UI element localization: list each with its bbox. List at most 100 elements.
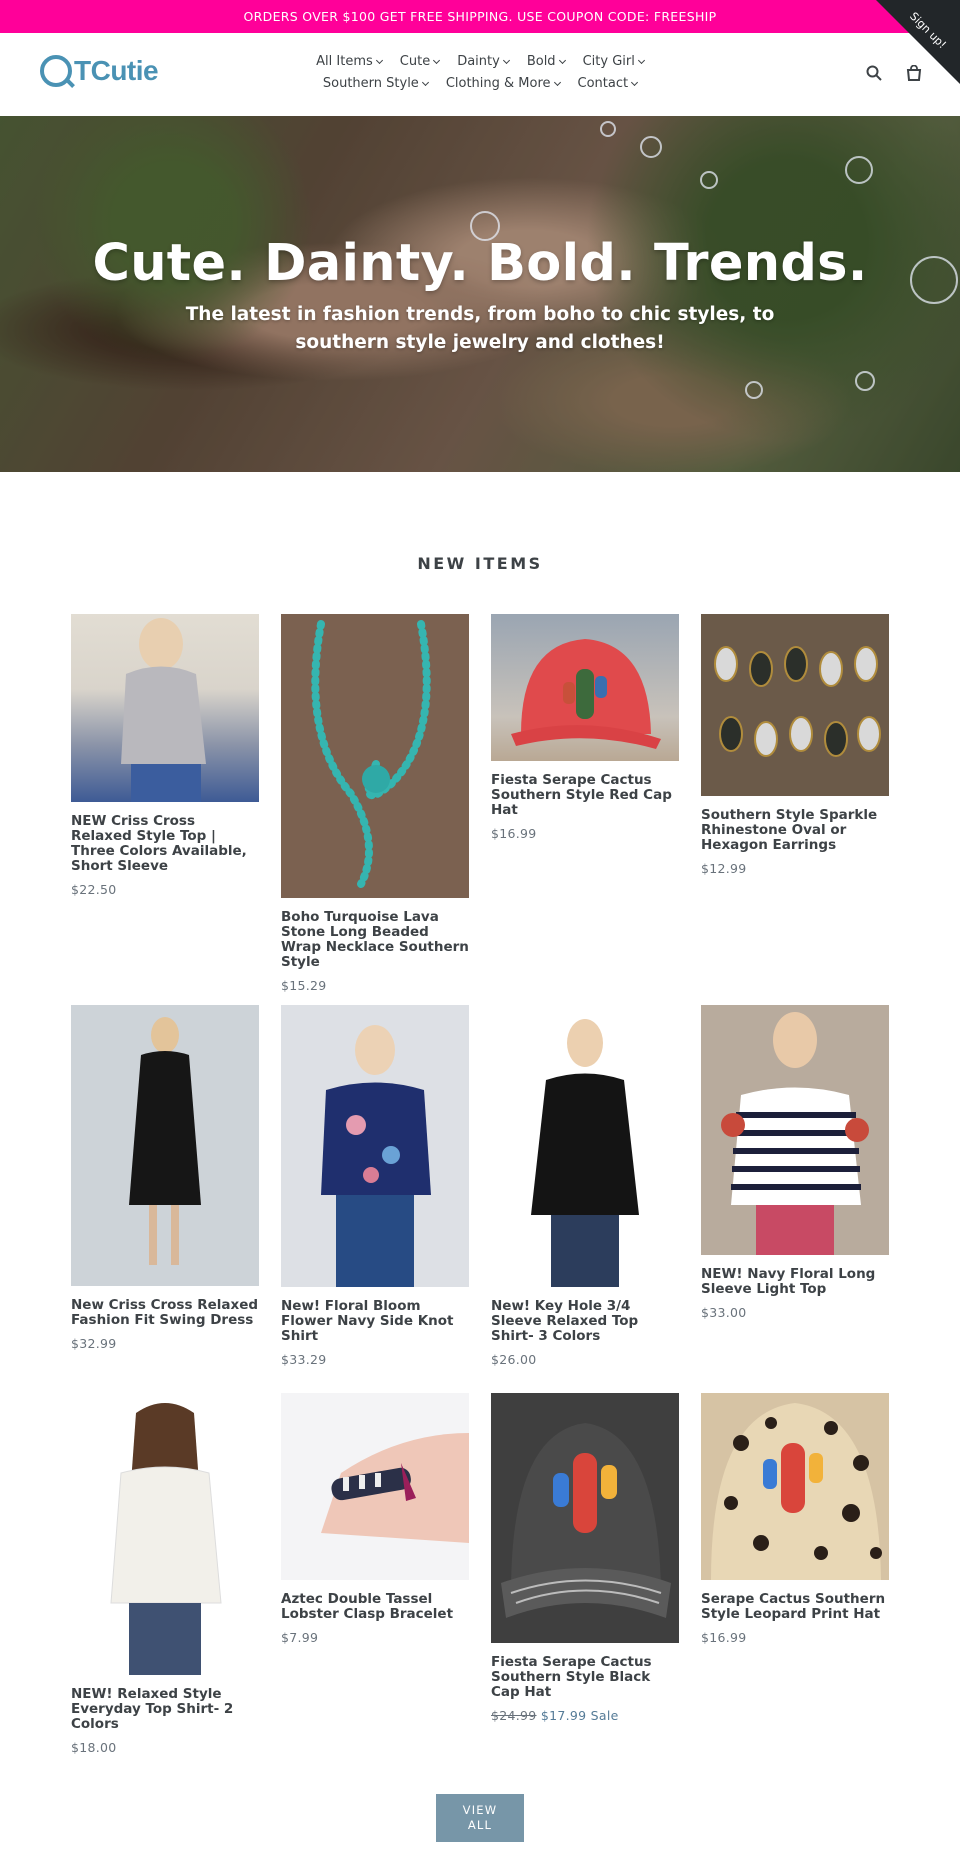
view-all-label-1: VIEW [462,1803,498,1817]
hero-subtitle: The latest in fashion trends, from boho … [0,301,960,357]
product-price: $24.99 $17.99 Sale [491,1708,679,1723]
bubble-decoration [745,381,763,399]
product-card[interactable]: Southern Style Sparkle Rhinestone Oval o… [701,614,889,876]
site-logo[interactable]: TCutie [40,55,159,87]
hero-title: Cute. Dainty. Bold. Trends. [92,234,868,293]
nav-item-contact[interactable]: Contact [577,73,639,95]
product-title[interactable]: Fiesta Serape Cactus Southern Style Blac… [491,1655,679,1700]
announcement-text: ORDERS OVER $100 GET FREE SHIPPING. USE … [243,9,717,24]
product-title[interactable]: New Criss Cross Relaxed Fashion Fit Swin… [71,1298,259,1328]
product-image[interactable] [701,1005,889,1255]
view-all-button[interactable]: VIEW ALL [436,1794,524,1842]
product-image[interactable] [281,1393,469,1580]
nav-label: City Girl [582,54,635,69]
product-card[interactable]: New! Key Hole 3/4 Sleeve Relaxed Top Shi… [491,1005,679,1367]
chevron-down-icon [421,78,429,87]
nav-item-cute[interactable]: Cute [399,51,441,73]
product-title[interactable]: Aztec Double Tassel Lobster Clasp Bracel… [281,1592,469,1622]
product-image[interactable] [281,614,469,898]
nav-item-southern-style[interactable]: Southern Style [322,73,429,95]
product-price: $33.29 [281,1352,327,1367]
nav-item-clothing-more[interactable]: Clothing & More [445,73,561,95]
product-card[interactable]: New! Floral Bloom Flower Navy Side Knot … [281,1005,469,1367]
view-all-label-2: ALL [467,1818,493,1832]
nav-label: Southern Style [322,76,419,91]
hero-subtitle-line-1: The latest in fashion trends, from boho … [185,304,775,325]
chevron-down-icon [502,56,510,65]
nav-label: All Items [316,54,373,69]
nav-label: Contact [577,76,629,91]
logo-q-mark [40,55,72,87]
product-price: $22.50 [71,882,117,897]
product-card[interactable]: Fiesta Serape Cactus Southern Style Red … [491,614,679,841]
price-sale: $17.99 [540,1708,587,1723]
product-price: $32.99 [71,1336,117,1351]
product-price: $15.29 [281,978,327,993]
section-title-new-items: NEW ITEMS [417,554,543,573]
nav-label: Bold [526,54,556,69]
product-price: $18.00 [71,1740,117,1755]
nav-item-dainty[interactable]: Dainty [457,51,510,73]
product-price: $16.99 [701,1630,747,1645]
product-title[interactable]: Fiesta Serape Cactus Southern Style Red … [491,773,679,818]
nav-label: Dainty [457,54,500,69]
chevron-down-icon [433,56,441,65]
product-title[interactable]: Southern Style Sparkle Rhinestone Oval o… [701,808,889,853]
product-card[interactable]: NEW Criss Cross Relaxed Style Top | Thre… [71,614,259,897]
product-card[interactable]: NEW! Relaxed Style Everyday Top Shirt- 2… [71,1393,259,1755]
product-image[interactable] [281,1005,469,1287]
product-card[interactable]: NEW! Navy Floral Long Sleeve Light Top $… [701,1005,889,1320]
product-image[interactable] [71,1005,259,1286]
nav-item-bold[interactable]: Bold [526,51,566,73]
sale-label: Sale [590,1708,619,1723]
product-title[interactable]: New! Floral Bloom Flower Navy Side Knot … [281,1299,469,1344]
product-card[interactable]: Boho Turquoise Lava Stone Long Beaded Wr… [281,614,469,993]
main-nav: All Items Cute Dainty Bold City Girl Sou… [300,51,660,95]
bubble-decoration [845,156,873,184]
bubble-decoration [640,136,662,158]
product-image[interactable] [491,1393,679,1643]
chevron-down-icon [631,78,639,87]
product-title[interactable]: Serape Cactus Southern Style Leopard Pri… [701,1592,889,1622]
nav-item-city-girl[interactable]: City Girl [582,51,645,73]
product-price: $12.99 [701,861,747,876]
product-card[interactable]: Fiesta Serape Cactus Southern Style Blac… [491,1393,679,1723]
hero-content: Cute. Dainty. Bold. Trends. The latest i… [0,234,960,357]
bubble-decoration [855,371,875,391]
product-price: $26.00 [491,1352,537,1367]
site-header: TCutie All Items Cute Dainty Bold City G… [0,33,960,116]
product-title[interactable]: NEW Criss Cross Relaxed Style Top | Thre… [71,814,259,874]
chevron-down-icon [375,56,383,65]
hero-subtitle-line-2: southern style jewelry and clothes! [295,332,665,353]
product-card[interactable]: Serape Cactus Southern Style Leopard Pri… [701,1393,889,1645]
product-title[interactable]: New! Key Hole 3/4 Sleeve Relaxed Top Shi… [491,1299,679,1344]
nav-item-all-items[interactable]: All Items [316,51,383,73]
chevron-down-icon [553,78,561,87]
hero-banner: Cute. Dainty. Bold. Trends. The latest i… [0,116,960,472]
nav-row-2: Southern Style Clothing & More Contact [300,73,660,95]
product-image[interactable] [701,1393,889,1580]
announcement-bar: ORDERS OVER $100 GET FREE SHIPPING. USE … [0,0,960,33]
product-image[interactable] [491,1005,679,1287]
nav-label: Cute [399,54,431,69]
product-price: $7.99 [281,1630,319,1645]
signup-ribbon[interactable]: Sign up! [876,0,960,84]
product-title[interactable]: Boho Turquoise Lava Stone Long Beaded Wr… [281,910,469,970]
product-image[interactable] [701,614,889,796]
product-title[interactable]: NEW! Relaxed Style Everyday Top Shirt- 2… [71,1687,259,1732]
product-card[interactable]: New Criss Cross Relaxed Fashion Fit Swin… [71,1005,259,1351]
product-image[interactable] [71,1393,259,1675]
nav-label: Clothing & More [445,76,551,91]
price-original: $24.99 [491,1708,537,1723]
bubble-decoration [600,121,616,137]
product-image[interactable] [71,614,259,802]
bubble-decoration [700,171,718,189]
product-price: $16.99 [491,826,537,841]
chevron-down-icon [637,56,645,65]
product-card[interactable]: Aztec Double Tassel Lobster Clasp Bracel… [281,1393,469,1645]
nav-row-1: All Items Cute Dainty Bold City Girl [300,51,660,73]
product-price: $33.00 [701,1305,747,1320]
logo-text: TCutie [74,55,159,86]
product-image[interactable] [491,614,679,761]
product-title[interactable]: NEW! Navy Floral Long Sleeve Light Top [701,1267,889,1297]
